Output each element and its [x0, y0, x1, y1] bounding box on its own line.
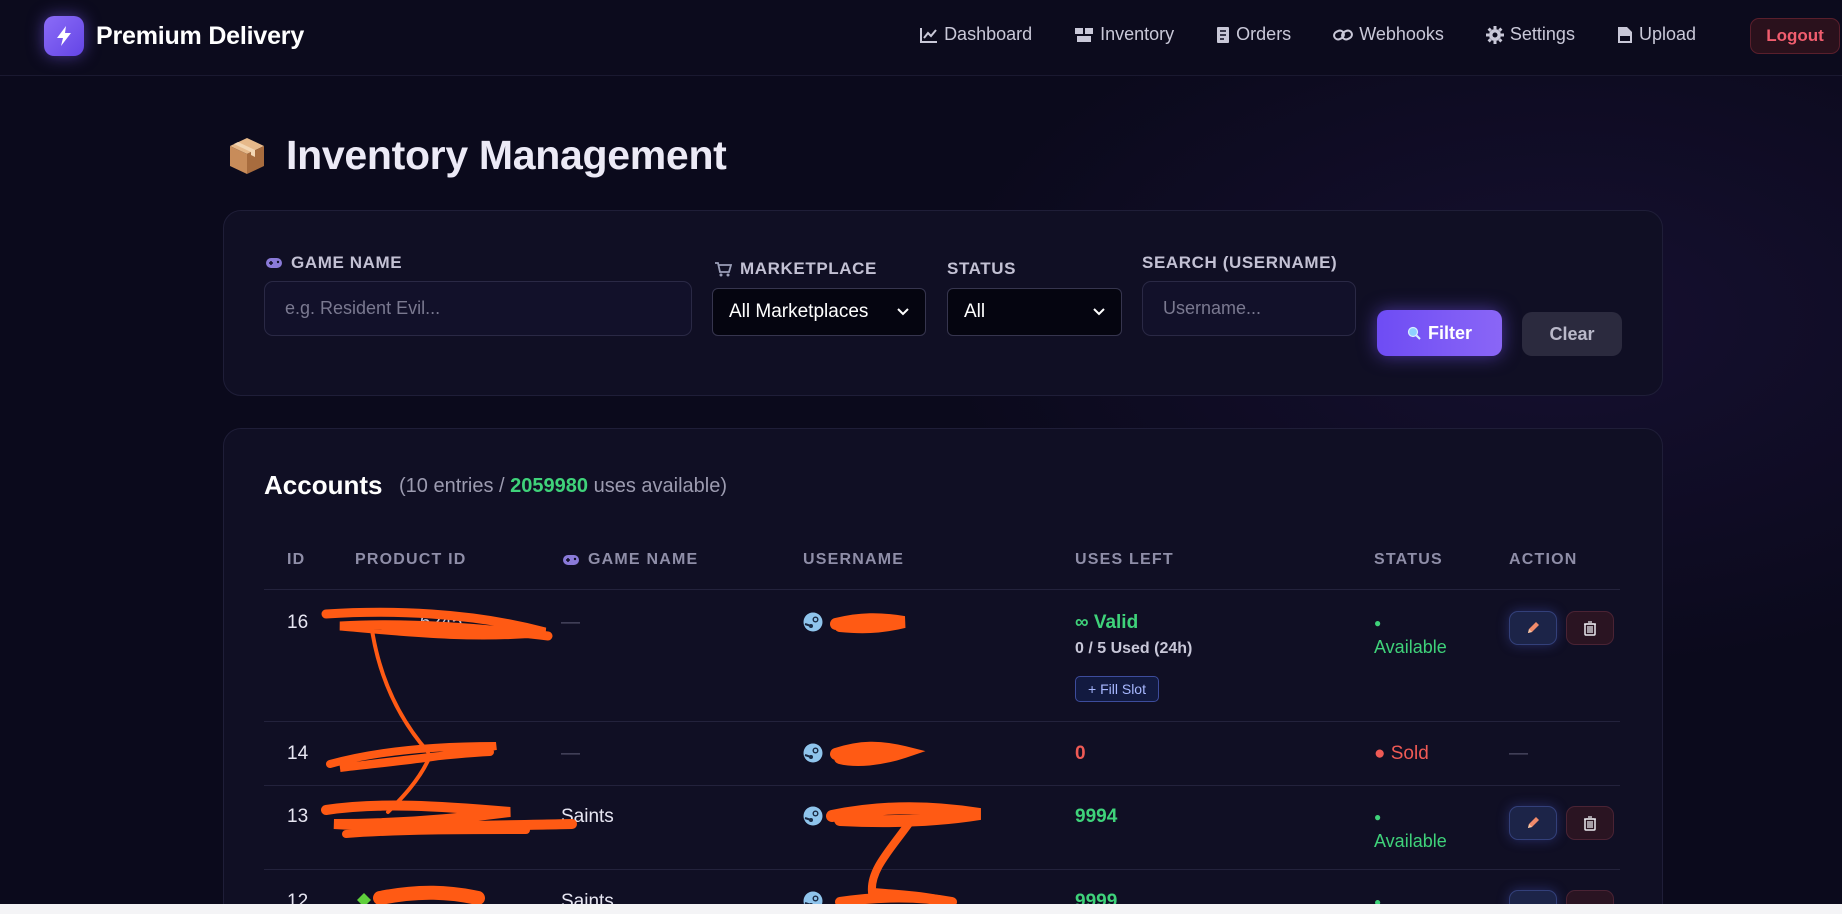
uses-left-valid: ∞ Valid	[1075, 612, 1139, 633]
steam-icon	[803, 806, 823, 826]
page-title: Inventory Management	[226, 132, 727, 179]
game-name-input[interactable]	[264, 281, 692, 336]
nav-inventory[interactable]: Inventory	[1074, 24, 1174, 45]
nav-upload-label: Upload	[1638, 24, 1696, 44]
trash-icon	[1584, 621, 1596, 636]
nav-settings[interactable]: Settings	[1485, 24, 1575, 45]
brand[interactable]: Premium Delivery	[44, 16, 304, 56]
col-username[interactable]: USERNAME	[803, 551, 904, 569]
search-icon	[1407, 326, 1421, 340]
row-divider	[264, 721, 1620, 722]
filter-button[interactable]: Filter	[1377, 310, 1502, 356]
logout-button[interactable]: Logout	[1750, 18, 1840, 54]
nav-settings-label: Settings	[1509, 24, 1575, 44]
csv-file-icon	[1617, 26, 1632, 43]
pencil-icon	[1528, 622, 1539, 633]
nav-webhooks-label: Webhooks	[1359, 24, 1444, 44]
row-id: 13	[287, 806, 309, 827]
product-id: 6245	[420, 612, 463, 633]
gamepad-icon	[266, 258, 282, 268]
steam-icon	[803, 612, 823, 632]
marketplace-select[interactable]: All Marketplaces	[712, 288, 926, 336]
bolt-icon	[44, 16, 84, 56]
nav-inventory-label: Inventory	[1100, 24, 1175, 44]
row-id: 16	[287, 612, 309, 633]
boxes-icon	[1075, 27, 1094, 42]
game-name-cell: —	[561, 743, 580, 764]
nav-dashboard[interactable]: Dashboard	[920, 24, 1032, 45]
accounts-summary: (10 entries / 2059980 uses available)	[399, 475, 728, 497]
chevron-down-icon	[897, 308, 909, 316]
marketplace-selected: All Marketplaces	[729, 301, 869, 322]
row-divider	[264, 785, 1620, 786]
accounts-panel	[223, 428, 1663, 914]
search-label: SEARCH (USERNAME)	[1142, 253, 1338, 272]
used-24h: 0 / 5 Used (24h)	[1075, 640, 1193, 657]
accounts-title: Accounts	[264, 470, 383, 500]
status-label: STATUS	[947, 259, 1017, 278]
status-badge: ● Sold	[1374, 743, 1429, 764]
nav-dashboard-label: Dashboard	[944, 24, 1033, 44]
col-product-id[interactable]: PRODUCT ID	[355, 551, 467, 569]
link-icon	[1333, 29, 1354, 40]
uses-left-count: 0	[1075, 743, 1086, 764]
uses-left-count: 9994	[1075, 806, 1118, 827]
gamepad-icon	[563, 555, 579, 565]
chart-line-icon	[920, 27, 938, 43]
action-none: —	[1509, 743, 1528, 764]
cart-icon	[715, 262, 732, 277]
page-title-text: Inventory Management	[286, 132, 727, 178]
brand-name: Premium Delivery	[96, 21, 305, 50]
delete-button[interactable]	[1566, 806, 1614, 840]
marketplace-label: MARKETPLACE	[714, 259, 877, 279]
fill-slot-button[interactable]: + Fill Slot	[1075, 676, 1159, 702]
edit-button[interactable]	[1509, 611, 1557, 645]
row-divider	[264, 869, 1620, 870]
nav-orders-label: Orders	[1236, 24, 1292, 44]
row-divider	[264, 589, 1620, 590]
steam-icon	[803, 743, 823, 763]
game-name-cell: —	[561, 612, 580, 633]
nav-upload[interactable]: Upload	[1617, 24, 1696, 45]
game-name-label: GAME NAME	[265, 253, 402, 273]
nav-webhooks[interactable]: Webhooks	[1333, 24, 1444, 45]
col-uses-left[interactable]: USES LEFT	[1075, 551, 1174, 569]
col-game-name[interactable]: GAME NAME	[562, 551, 698, 569]
delete-button[interactable]	[1566, 611, 1614, 645]
status-badge: ● Available	[1374, 616, 1447, 657]
edit-button[interactable]	[1509, 806, 1557, 840]
col-id[interactable]: ID	[287, 551, 305, 569]
row-id: 14	[287, 743, 309, 764]
nav-links: Dashboard Inventory Orders Webhooks Sett…	[878, 24, 1696, 45]
package-icon	[230, 137, 264, 174]
pencil-icon	[1528, 817, 1539, 828]
trash-icon	[1584, 816, 1596, 831]
gear-icon	[1485, 25, 1504, 44]
status-select[interactable]: All	[947, 288, 1122, 336]
status-badge: ● Available	[1374, 810, 1447, 851]
game-name-cell: Saints	[561, 806, 614, 827]
uses-available-count: 2059980	[510, 475, 589, 497]
nav-orders[interactable]: Orders	[1216, 24, 1291, 45]
clear-button[interactable]: Clear	[1522, 312, 1622, 356]
window-edge	[0, 904, 1842, 914]
search-input[interactable]	[1142, 281, 1356, 336]
top-navbar: Premium Delivery Dashboard Inventory Ord…	[0, 0, 1842, 76]
col-status[interactable]: STATUS	[1374, 551, 1443, 569]
receipt-icon	[1217, 26, 1230, 43]
col-action[interactable]: ACTION	[1509, 551, 1578, 569]
status-selected: All	[964, 301, 986, 322]
chevron-down-icon	[1093, 308, 1105, 316]
